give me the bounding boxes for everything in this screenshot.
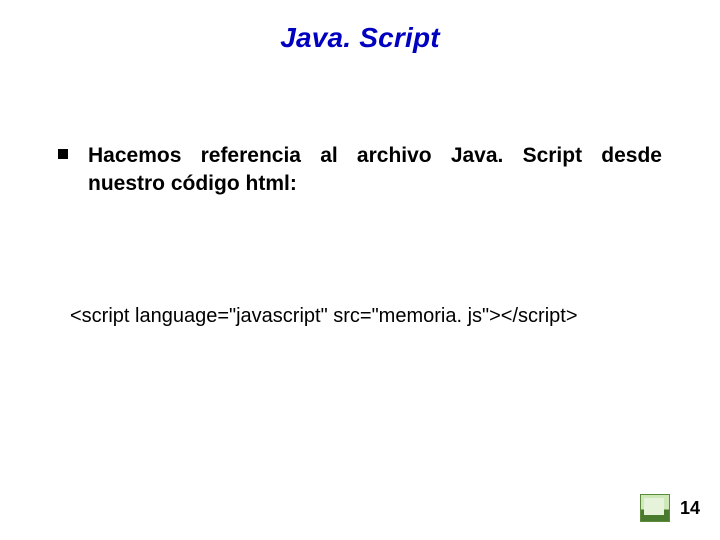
page-number: 14 [680, 498, 700, 519]
square-bullet-icon [58, 149, 68, 159]
bullet-item: Hacemos referencia al archivo Java. Scri… [58, 142, 662, 199]
slide-title: Java. Script [0, 22, 720, 54]
slide-footer: 14 [640, 494, 700, 522]
slide-body: Hacemos referencia al archivo Java. Scri… [58, 142, 662, 199]
code-line: <script language="javascript" src="memor… [70, 305, 662, 328]
slide: Java. Script Hacemos referencia al archi… [0, 0, 720, 540]
logo-icon [640, 494, 670, 522]
bullet-text: Hacemos referencia al archivo Java. Scri… [88, 142, 662, 199]
